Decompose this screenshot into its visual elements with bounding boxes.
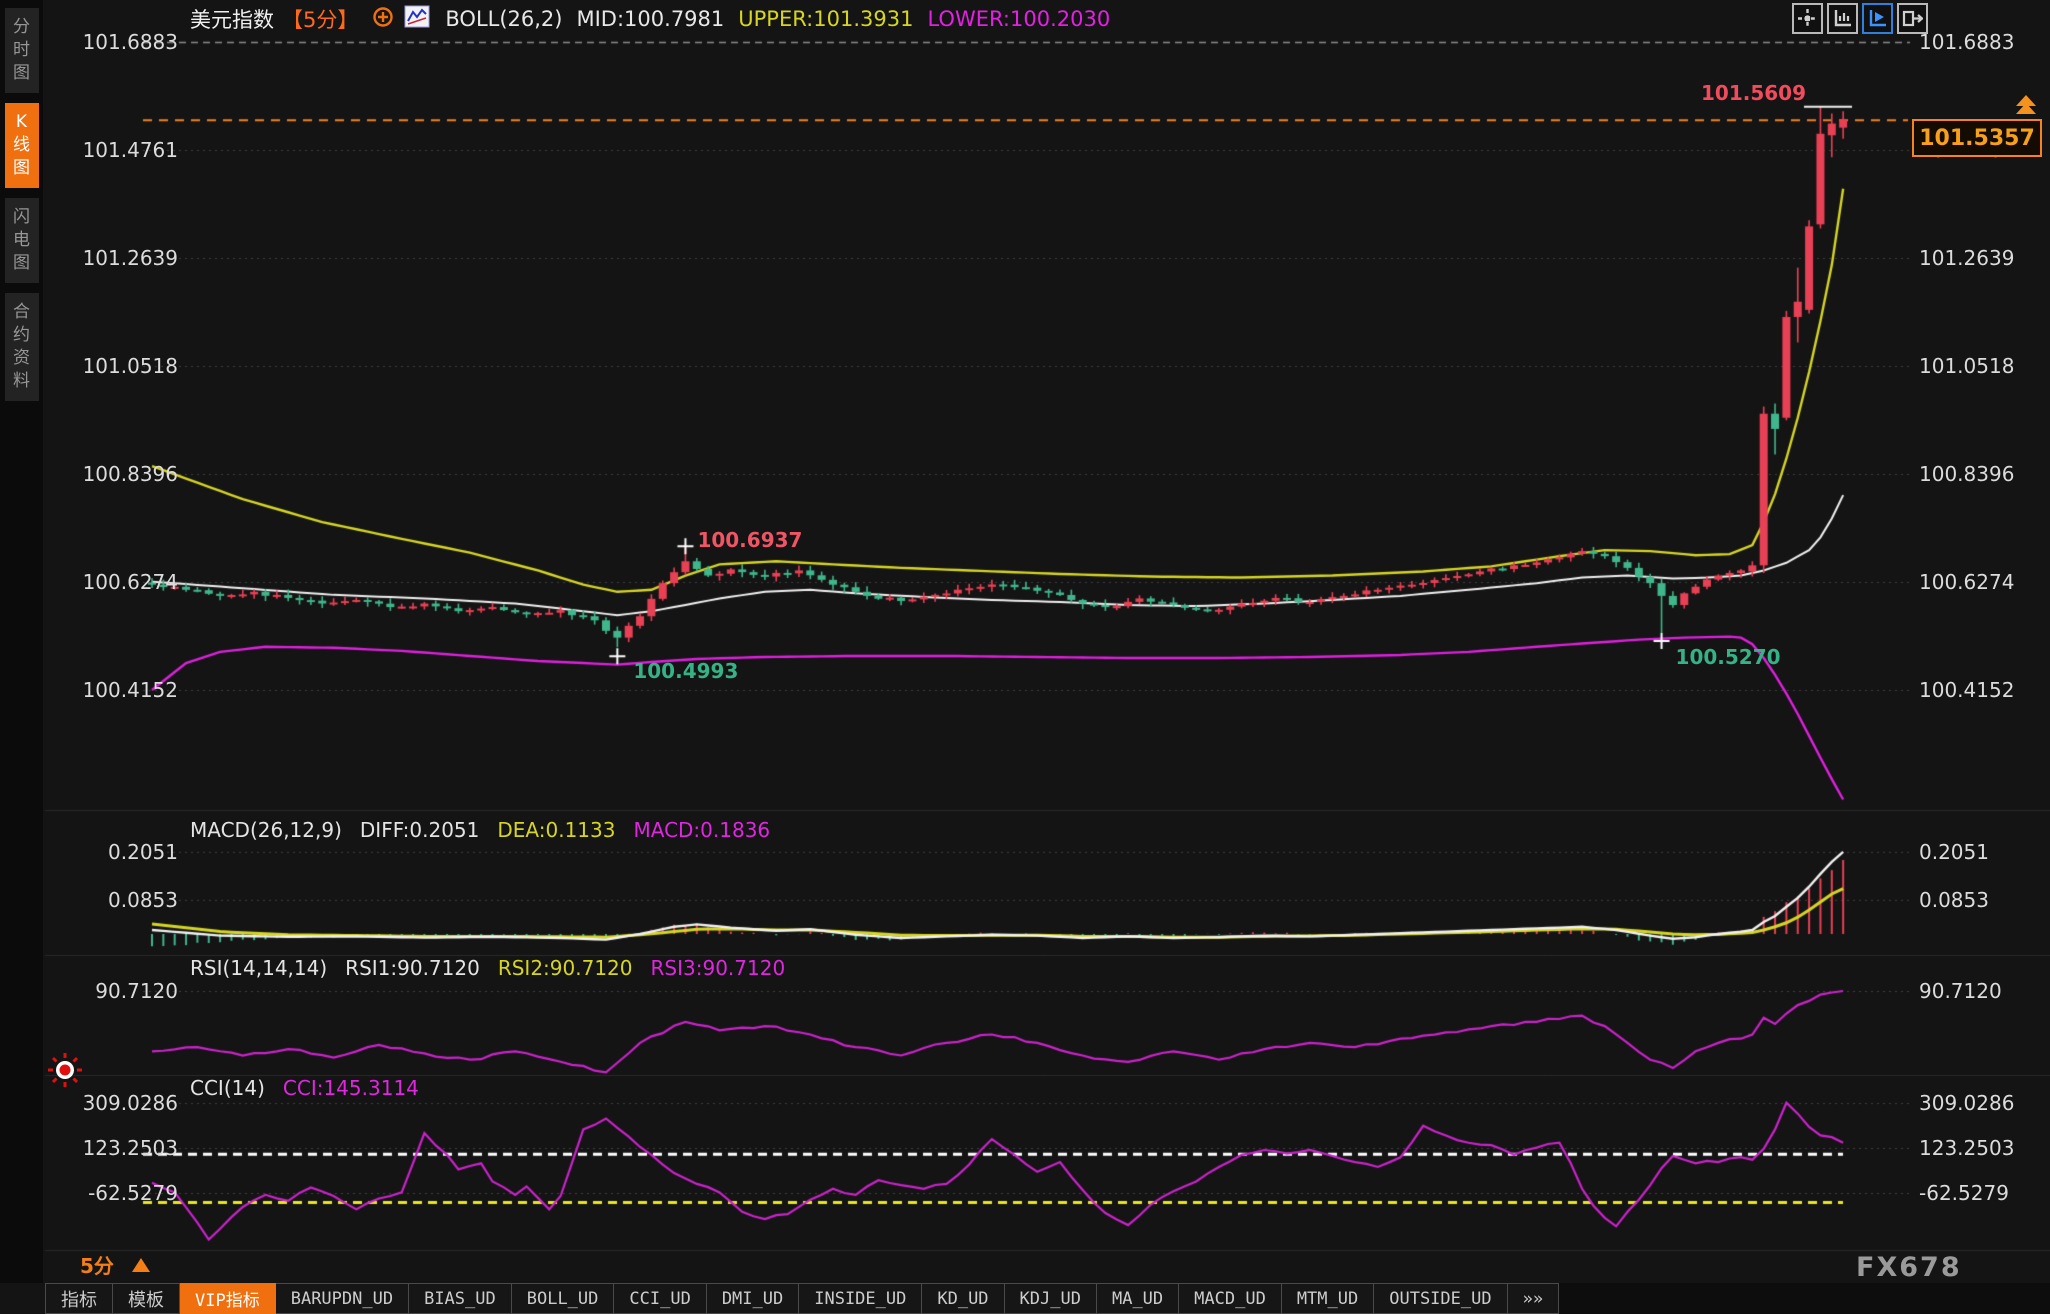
indicator-title-part: RSI(14,14,14) [190,956,327,980]
axis-tick: 101.2639 [58,246,178,270]
axis-tick: 100.4152 [1919,678,2014,702]
last-price-box[interactable]: 101.5357 [1912,119,2042,157]
chart-toolbar [1788,3,1928,34]
sidebar-item-1[interactable]: K线图 [5,103,39,188]
sidebar-item-3[interactable]: 合约资料 [5,293,39,401]
indicator-title-part: MACD:0.1836 [633,818,770,842]
axis-tick: 123.2503 [1919,1136,2014,1160]
axis-tick: 0.0853 [1919,888,1989,912]
axis-tick: 101.6883 [58,30,178,54]
axis-tick: 90.7120 [58,979,178,1003]
indicator-title-part: CCI(14) [190,1076,265,1100]
axis-tick: 101.6883 [1919,30,2014,54]
sidebar-item-2[interactable]: 闪电图 [5,198,39,283]
sidebar-item-char: 闪 [13,206,30,229]
period-tag[interactable]: 【5分】 [282,4,358,34]
tab-kdj_ud[interactable]: KDJ_UD [1005,1283,1097,1314]
sidebar-item-char: 图 [13,157,30,180]
axis-tick: 101.0518 [58,354,178,378]
sidebar-item-char: 合 [13,301,30,324]
axis-tick: 100.8396 [58,462,178,486]
chart-thumb-icon[interactable] [404,5,431,34]
axis-tick: 100.6274 [1919,570,2014,594]
axis-tick: 309.0286 [58,1091,178,1115]
indicator-title-part: CCI:145.3114 [283,1076,419,1100]
tab-outside_ud[interactable]: OUTSIDE_UD [1374,1283,1507,1314]
tab-barupdn_ud[interactable]: BARUPDN_UD [276,1283,409,1314]
tab-bias_ud[interactable]: BIAS_UD [409,1283,512,1314]
indicator-title-part: DIFF:0.2051 [360,818,479,842]
axis-tick: 0.2051 [1919,840,1989,864]
tab-boll_ud[interactable]: BOLL_UD [512,1283,615,1314]
symbol-title: 美元指数 [190,4,274,34]
tab-dmi_ud[interactable]: DMI_UD [707,1283,799,1314]
indicator-title-part: MACD(26,12,9) [190,818,342,842]
cci-title-row: CCI(14) CCI:145.3114 [190,1076,437,1100]
axis-tick: 100.4152 [58,678,178,702]
axis-scale-icon[interactable] [1827,3,1858,34]
axis-tick: 0.2051 [58,840,178,864]
indicator-tabbar: 指标模板VIP指标BARUPDN_UDBIAS_UDBOLL_UDCCI_UDD… [45,1283,2050,1314]
move-tool-icon[interactable] [1792,3,1823,34]
axis-tick: -62.5279 [58,1181,178,1205]
indicator-title-part: RSI3:90.7120 [651,956,786,980]
trading-terminal: 分时图K线图闪电图合约资料 美元指数 【5分】 BOLL(26,2) MID:1… [0,0,2050,1314]
axis-tick: 100.8396 [1919,462,2014,486]
axis-tick: 90.7120 [1919,979,2002,1003]
session-marker-icon [46,1051,84,1089]
chart-header: 美元指数 【5分】 BOLL(26,2) MID:100.7981 UPPER:… [190,6,1124,32]
boll-label: BOLL(26,2) [445,7,562,31]
sidebar-item-char: 电 [13,229,30,252]
rsi-title-row: RSI(14,14,14) RSI1:90.7120 RSI2:90.7120 RSI… [190,956,803,980]
price-up-arrow-icon [2016,95,2036,111]
tab-指标[interactable]: 指标 [45,1283,113,1314]
axis-tick: 101.2639 [1919,246,2014,270]
chart-type-sidebar: 分时图K线图闪电图合约资料 [0,0,43,1283]
sidebar-item-char: 时 [13,39,30,62]
tab-cci_ud[interactable]: CCI_UD [614,1283,706,1314]
axis-tick: 101.0518 [1919,354,2014,378]
axis-tick: 309.0286 [1919,1091,2014,1115]
swing-high-label: 100.6937 [697,528,802,552]
up-triangle-icon [132,1258,150,1272]
footer-period[interactable]: 5分 [80,1250,150,1279]
axis-tick: 123.2503 [58,1136,178,1160]
session-high-label: 101.5609 [1701,81,1806,105]
tab-vip指标[interactable]: VIP指标 [180,1283,276,1314]
macd-title-row: MACD(26,12,9) DIFF:0.2051 DEA:0.1133 MACD:0… [190,818,788,842]
axis-tick: -62.5279 [1919,1181,2009,1205]
link-icon[interactable] [372,6,394,33]
axis-tick: 0.0853 [58,888,178,912]
watermark: FX678 [1856,1252,1962,1283]
tab-模板[interactable]: 模板 [113,1283,180,1314]
axis-tick: 101.4761 [58,138,178,162]
tab-ma_ud[interactable]: MA_UD [1097,1283,1179,1314]
sidebar-item-char: 资 [13,347,30,370]
indicator-title-part: DEA:0.1133 [497,818,615,842]
indicator-title-part: RSI2:90.7120 [498,956,633,980]
boll-upper-value: UPPER:101.3931 [738,7,913,31]
sidebar-item-0[interactable]: 分时图 [5,8,39,93]
tab-inside_ud[interactable]: INSIDE_UD [799,1283,922,1314]
sidebar-item-char: K [16,111,27,134]
indicator-title-part: RSI1:90.7120 [345,956,480,980]
tab--[interactable]: »» [1508,1283,1559,1314]
footer-period-label: 5分 [80,1250,114,1279]
swing-low-label-1: 100.4993 [633,659,738,683]
sidebar-item-char: 图 [13,252,30,275]
boll-mid-value: MID:100.7981 [577,7,725,31]
tab-mtm_ud[interactable]: MTM_UD [1282,1283,1374,1314]
axis-shift-icon[interactable] [1897,3,1928,34]
axis-play-icon[interactable] [1862,3,1893,34]
sidebar-item-char: 图 [13,62,30,85]
tab-kd_ud[interactable]: KD_UD [922,1283,1004,1314]
sidebar-item-char: 约 [13,324,30,347]
tab-macd_ud[interactable]: MACD_UD [1179,1283,1282,1314]
sidebar-item-char: 料 [13,370,30,393]
swing-low-label-2: 100.5270 [1676,645,1781,669]
axis-tick: 100.6274 [58,570,178,594]
boll-lower-value: LOWER:100.2030 [927,7,1110,31]
sidebar-item-char: 线 [13,134,30,157]
sidebar-item-char: 分 [13,16,30,39]
